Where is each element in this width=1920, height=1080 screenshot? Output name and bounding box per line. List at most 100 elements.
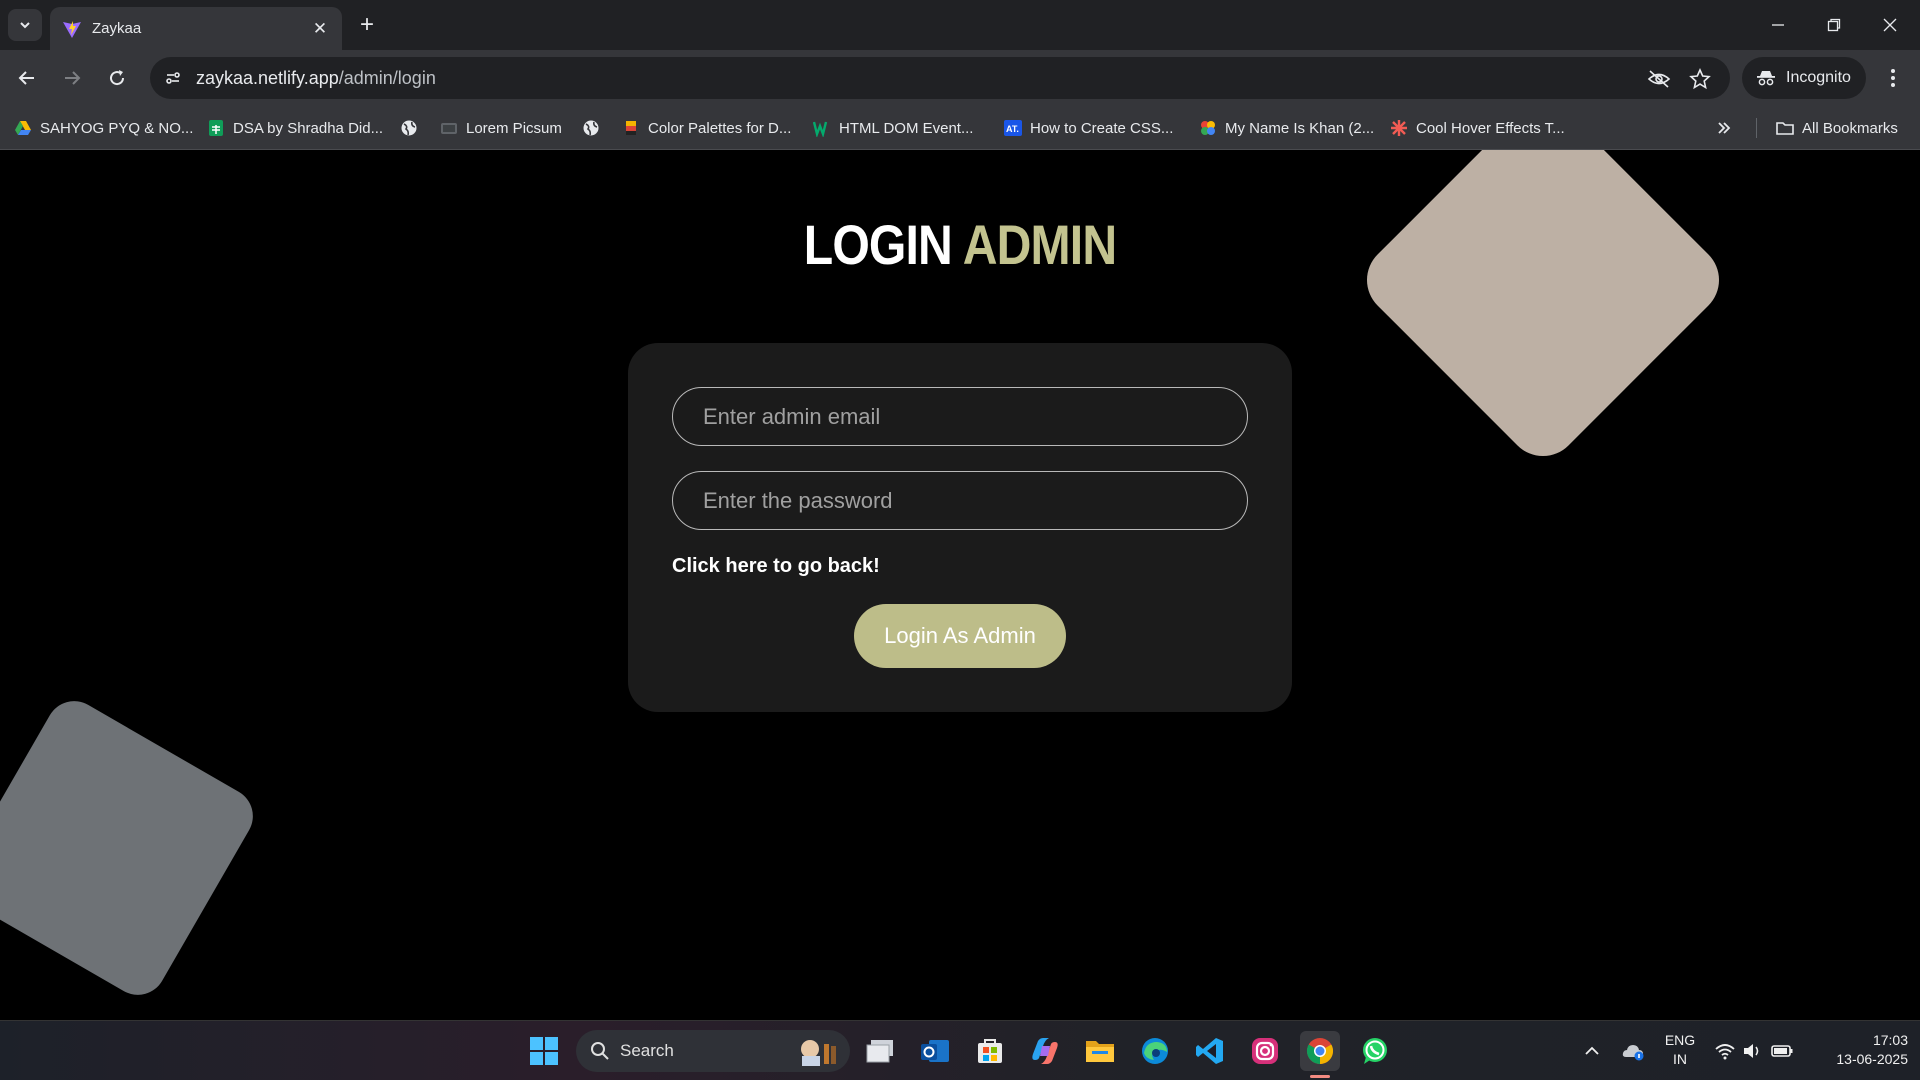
reload-button[interactable]: [100, 61, 134, 95]
bookmark-label: Cool Hover Effects T...: [1416, 119, 1565, 137]
admin-email-input[interactable]: [672, 387, 1248, 446]
taskbar-whatsapp[interactable]: [1355, 1031, 1395, 1071]
taskbar-outlook[interactable]: [915, 1031, 955, 1071]
double-chevron-right-icon: [1718, 122, 1731, 134]
incognito-badge[interactable]: Incognito: [1742, 57, 1866, 99]
title-word-login: LOGIN: [803, 213, 953, 276]
chrome-icon: [1306, 1038, 1334, 1065]
search-highlight-icon: [801, 1040, 836, 1066]
forward-button[interactable]: [55, 61, 89, 95]
bookmark-label: HTML DOM Event...: [839, 119, 974, 137]
restore-button[interactable]: [1806, 0, 1862, 50]
battery-icon: [1771, 1045, 1793, 1057]
outlook-icon: [921, 1040, 949, 1062]
url-host: zaykaa.netlify.app: [196, 68, 339, 88]
tab-close-icon[interactable]: ✕: [310, 19, 330, 39]
speaker-icon: [1744, 1044, 1759, 1058]
new-tab-button[interactable]: +: [354, 11, 380, 38]
tray-overflow-button[interactable]: [1572, 1031, 1612, 1071]
restore-icon: [1827, 18, 1841, 32]
vscode-icon: [1196, 1038, 1223, 1064]
taskbar-chrome[interactable]: [1300, 1031, 1340, 1071]
aT-icon: AT.: [1004, 120, 1022, 136]
bookmark-label: Lorem Picsum: [466, 119, 562, 137]
close-window-button[interactable]: [1862, 0, 1918, 50]
bookmarks-bar: SAHYOG PYQ & NO... DSA by Shradha Did...…: [0, 106, 1920, 150]
back-button[interactable]: [10, 61, 44, 95]
reload-icon: [110, 70, 125, 86]
bookmark-color-palettes[interactable]: Color Palettes for D...: [622, 116, 791, 140]
vite-favicon-icon: [63, 20, 81, 38]
admin-password-input[interactable]: [672, 471, 1248, 530]
bookmark-label: My Name Is Khan (2...: [1225, 119, 1375, 137]
lang-line2: IN: [1673, 1051, 1687, 1067]
clock-date: 13-06-2025: [1836, 1051, 1908, 1067]
title-word-admin: ADMIN: [962, 213, 1117, 276]
bookmark-label: Color Palettes for D...: [648, 119, 792, 137]
bookmark-sahyog[interactable]: SAHYOG PYQ & NO...: [14, 116, 193, 140]
more-bookmarks-button[interactable]: [1716, 116, 1732, 140]
wifi-icon: [1715, 1044, 1735, 1060]
bookmark-globe-2[interactable]: [582, 116, 600, 140]
taskbar-instagram[interactable]: [1245, 1031, 1285, 1071]
tracking-protection-icon[interactable]: [1646, 66, 1672, 92]
taskbar-vscode[interactable]: [1190, 1031, 1230, 1071]
more-vertical-icon: [1891, 69, 1895, 87]
lang-line1: ENG: [1664, 1032, 1696, 1048]
bookmark-html-dom[interactable]: HTML DOM Event...: [813, 116, 973, 140]
tray-quick-settings[interactable]: [1708, 1031, 1800, 1071]
taskbar-task-view[interactable]: [860, 1031, 900, 1071]
taskbar-copilot[interactable]: [1025, 1031, 1065, 1071]
globe-icon: [401, 120, 417, 136]
w3schools-icon: [813, 121, 828, 137]
start-button[interactable]: [524, 1031, 564, 1071]
bookmark-globe-1[interactable]: [400, 116, 418, 140]
browser-menu-button[interactable]: [1878, 61, 1908, 95]
incognito-label: Incognito: [1786, 69, 1851, 86]
bookmark-label: How to Create CSS...: [1030, 119, 1174, 137]
bookmark-lorem-picsum[interactable]: Lorem Picsum: [440, 116, 562, 140]
all-bookmarks-label: All Bookmarks: [1802, 119, 1898, 137]
tray-onedrive[interactable]: [1613, 1031, 1653, 1071]
bookmark-star-icon[interactable]: [1687, 66, 1713, 92]
taskbar-search[interactable]: Search: [576, 1030, 850, 1072]
page-content: LOGIN ADMIN Click here to go back! Login…: [0, 150, 1920, 1020]
clock[interactable]: 17:03 13-06-2025: [1806, 1031, 1914, 1069]
arrow-left-icon: [18, 71, 34, 85]
site-info-icon[interactable]: [160, 65, 186, 91]
close-icon: [1883, 18, 1897, 32]
taskbar-file-explorer[interactable]: [1080, 1031, 1120, 1071]
bookmark-css-howto[interactable]: AT. How to Create CSS...: [1004, 116, 1173, 140]
instagram-icon: [1252, 1038, 1278, 1064]
address-bar[interactable]: zaykaa.netlify.app/admin/login: [150, 57, 1730, 99]
whatsapp-icon: [1363, 1038, 1387, 1064]
clock-time: 17:03: [1872, 1032, 1908, 1048]
asterisk-icon: [1391, 120, 1407, 136]
taskbar-edge[interactable]: [1135, 1031, 1175, 1071]
palette-icon: [626, 121, 636, 135]
bookmark-cool-hover[interactable]: Cool Hover Effects T...: [1390, 116, 1565, 140]
go-back-link[interactable]: Click here to go back!: [672, 555, 880, 578]
taskbar-search-label: Search: [620, 1041, 674, 1060]
chevron-down-icon: [20, 22, 30, 29]
minimize-button[interactable]: [1750, 0, 1806, 50]
windows-icon: [530, 1037, 558, 1065]
minimize-icon: [1772, 24, 1784, 26]
bookmark-dsa[interactable]: DSA by Shradha Did...: [207, 116, 383, 140]
decorative-shape-bottom-left: [0, 690, 264, 1006]
tab-active[interactable]: Zaykaa ✕: [50, 7, 342, 50]
login-as-admin-button[interactable]: Login As Admin: [854, 604, 1066, 668]
bookmark-label: SAHYOG PYQ & NO...: [40, 119, 194, 137]
edge-icon: [1142, 1038, 1168, 1064]
url-text: zaykaa.netlify.app/admin/login: [196, 68, 436, 89]
tab-search-button[interactable]: [8, 9, 42, 41]
language-indicator[interactable]: ENG IN: [1654, 1031, 1706, 1069]
login-card: Click here to go back! Login As Admin: [628, 343, 1292, 712]
screen: Zaykaa ✕ + zaykaa.netlify.app/admin/logi…: [0, 0, 1920, 1080]
folder-icon: [1086, 1041, 1114, 1062]
bookmark-my-name-is-khan[interactable]: My Name Is Khan (2...: [1199, 116, 1374, 140]
movie-icon: [1201, 121, 1215, 135]
tab-strip: Zaykaa ✕ +: [0, 0, 1920, 50]
all-bookmarks-button[interactable]: All Bookmarks: [1776, 116, 1898, 140]
taskbar-store[interactable]: [970, 1031, 1010, 1071]
